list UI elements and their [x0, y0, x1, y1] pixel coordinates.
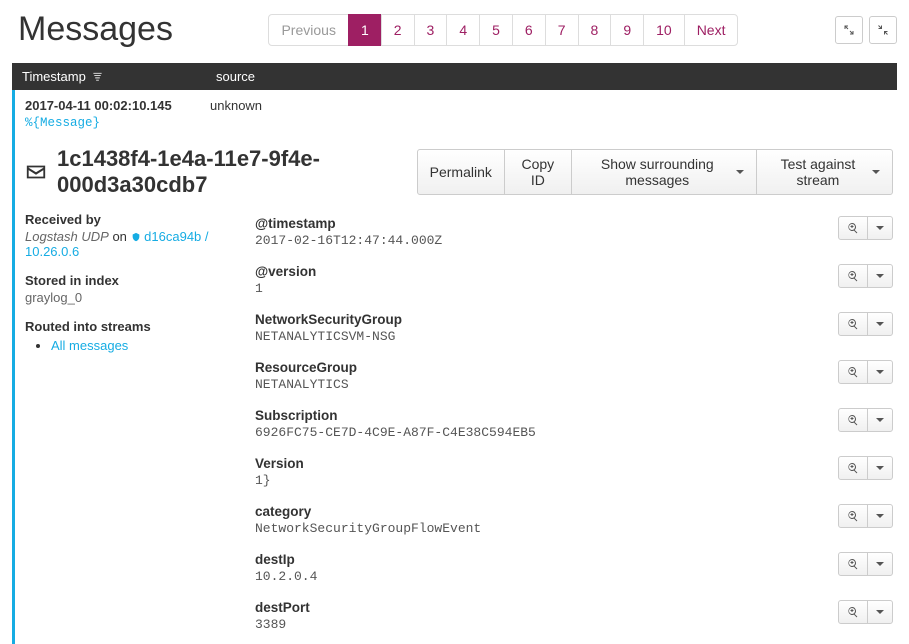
received-input: Logstash UDP: [25, 229, 109, 244]
field-zoom-button[interactable]: [838, 552, 868, 576]
test-against-stream-button[interactable]: Test against stream: [756, 149, 893, 195]
pagination-page-1[interactable]: 1: [349, 15, 381, 45]
collapse-icon[interactable]: [869, 16, 897, 44]
surrounding-messages-label: Show surrounding messages: [584, 156, 731, 188]
field-name: destPort: [255, 600, 838, 615]
field-value: 1}: [255, 473, 838, 488]
row-timestamp: 2017-04-11 00:02:10.145: [25, 98, 210, 113]
row-source: unknown: [210, 98, 893, 113]
pagination-page-9[interactable]: 9: [611, 15, 643, 45]
field-menu-button[interactable]: [867, 456, 893, 480]
pagination-next[interactable]: Next: [685, 15, 738, 45]
message-fields: @timestamp 2017-02-16T12:47:44.000Z @versi…: [255, 212, 893, 644]
col-source-header[interactable]: source: [206, 63, 897, 90]
field-menu-button[interactable]: [867, 408, 893, 432]
field-name: category: [255, 504, 838, 519]
field-value: NetworkSecurityGroupFlowEvent: [255, 521, 838, 536]
chevron-down-icon: [872, 170, 880, 174]
pagination: Previous12345678910Next: [269, 14, 738, 46]
copy-id-button[interactable]: Copy ID: [504, 149, 572, 195]
routed-streams-label: Routed into streams: [25, 319, 235, 334]
expand-icon[interactable]: [835, 16, 863, 44]
field-name: @version: [255, 264, 838, 279]
field-zoom-button[interactable]: [838, 312, 868, 336]
routed-streams-list: All messages: [25, 338, 235, 353]
field-value: NETANALYTICSVM-NSG: [255, 329, 838, 344]
field-value: 6926FC75-CE7D-4C9E-A87F-C4E38C594EB5: [255, 425, 838, 440]
field-menu-button[interactable]: [867, 312, 893, 336]
field-name: Version: [255, 456, 838, 471]
field-row: @version 1: [255, 260, 893, 308]
field-row: category NetworkSecurityGroupFlowEvent: [255, 500, 893, 548]
row-raw-message[interactable]: %{Message}: [25, 116, 100, 130]
field-name: destIp: [255, 552, 838, 567]
field-row: Version 1}: [255, 452, 893, 500]
field-row: Subscription 6926FC75-CE7D-4C9E-A87F-C4E3…: [255, 404, 893, 452]
field-row: destPort 3389: [255, 596, 893, 644]
field-zoom-button[interactable]: [838, 600, 868, 624]
field-menu-button[interactable]: [867, 504, 893, 528]
field-menu-button[interactable]: [867, 216, 893, 240]
pagination-page-7[interactable]: 7: [546, 15, 578, 45]
pagination-page-3[interactable]: 3: [415, 15, 447, 45]
field-row: ResourceGroup NETANALYTICS: [255, 356, 893, 404]
test-against-stream-label: Test against stream: [769, 156, 867, 188]
surrounding-messages-button[interactable]: Show surrounding messages: [571, 149, 757, 195]
field-name: ResourceGroup: [255, 360, 838, 375]
field-zoom-button[interactable]: [838, 456, 868, 480]
received-by-label: Received by: [25, 212, 235, 227]
field-value: 10.2.0.4: [255, 569, 838, 584]
col-timestamp-header[interactable]: Timestamp: [12, 63, 206, 90]
pagination-page-8[interactable]: 8: [579, 15, 611, 45]
envelope-icon: [25, 161, 47, 183]
field-menu-button[interactable]: [867, 552, 893, 576]
field-value: 2017-02-16T12:47:44.000Z: [255, 233, 838, 248]
message-actions: Permalink Copy ID Show surrounding messa…: [417, 149, 893, 195]
permalink-button[interactable]: Permalink: [417, 149, 505, 195]
field-menu-button[interactable]: [867, 360, 893, 384]
field-row: NetworkSecurityGroup NETANALYTICSVM-NSG: [255, 308, 893, 356]
received-on-word: on: [112, 229, 126, 244]
pagination-page-4[interactable]: 4: [447, 15, 479, 45]
field-name: NetworkSecurityGroup: [255, 312, 838, 327]
field-zoom-button[interactable]: [838, 408, 868, 432]
field-zoom-button[interactable]: [838, 504, 868, 528]
col-timestamp-label: Timestamp: [22, 69, 86, 84]
field-row: @timestamp 2017-02-16T12:47:44.000Z: [255, 212, 893, 260]
pagination-page-6[interactable]: 6: [513, 15, 545, 45]
field-name: Subscription: [255, 408, 838, 423]
field-menu-button[interactable]: [867, 264, 893, 288]
field-row: destIp 10.2.0.4: [255, 548, 893, 596]
page-title: Messages: [18, 10, 173, 49]
message-row: 2017-04-11 00:02:10.145 unknown %{Messag…: [12, 90, 897, 644]
pagination-prev: Previous: [269, 15, 347, 45]
pagination-page-10[interactable]: 10: [644, 15, 684, 45]
stored-index-label: Stored in index: [25, 273, 235, 288]
pagination-page-5[interactable]: 5: [480, 15, 512, 45]
sort-desc-icon: [92, 71, 103, 82]
field-value: 3389: [255, 617, 838, 632]
field-value: NETANALYTICS: [255, 377, 838, 392]
field-zoom-button[interactable]: [838, 264, 868, 288]
message-id: 1c1438f4-1e4a-11e7-9f4e-000d3a30cdb7: [57, 146, 417, 198]
message-meta: Received by Logstash UDP on d16ca94b / 1…: [25, 212, 235, 644]
table-header: Timestamp source: [12, 63, 897, 90]
stream-link[interactable]: All messages: [51, 338, 128, 353]
field-zoom-button[interactable]: [838, 360, 868, 384]
pagination-page-2[interactable]: 2: [382, 15, 414, 45]
field-zoom-button[interactable]: [838, 216, 868, 240]
stored-index-value: graylog_0: [25, 290, 235, 305]
chevron-down-icon: [736, 170, 744, 174]
field-value: 1: [255, 281, 838, 296]
field-menu-button[interactable]: [867, 600, 893, 624]
field-name: @timestamp: [255, 216, 838, 231]
